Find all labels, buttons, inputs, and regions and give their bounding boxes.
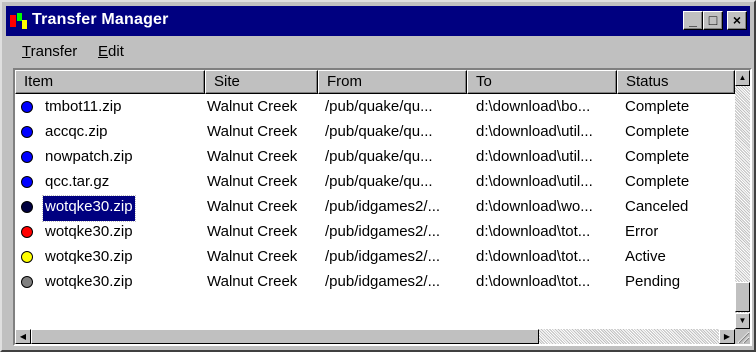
- site-cell: Walnut Creek: [207, 248, 298, 265]
- status-dot-icon: [21, 226, 33, 238]
- to-cell: d:\download\bo...: [476, 98, 591, 115]
- from-cell: /pub/idgames2/...: [325, 248, 441, 265]
- table-row[interactable]: qcc.tar.gz Walnut Creek /pub/quake/qu...…: [15, 169, 735, 194]
- table-row[interactable]: nowpatch.zip Walnut Creek /pub/quake/qu.…: [15, 144, 735, 169]
- status-cell: Complete: [625, 98, 690, 115]
- from-cell: /pub/quake/qu...: [325, 148, 433, 165]
- item-name: wotqke30.zip: [45, 223, 133, 240]
- menu-bar: Transfer Edit: [6, 38, 750, 66]
- transfer-manager-icon: [10, 13, 27, 29]
- horizontal-scrollbar[interactable]: ◀ ▶: [15, 329, 735, 344]
- to-cell: d:\download\util...: [476, 148, 593, 165]
- column-header-to[interactable]: To: [467, 70, 617, 94]
- menu-transfer[interactable]: Transfer: [22, 43, 77, 60]
- table-row[interactable]: wotqke30.zip Walnut Creek /pub/idgames2/…: [15, 194, 735, 222]
- transfer-manager-window: Transfer Manager _ □ × Transfer Edit Ite…: [0, 0, 756, 352]
- status-dot-icon: [21, 201, 33, 213]
- to-cell: d:\download\util...: [476, 123, 593, 140]
- size-grip[interactable]: [735, 329, 750, 344]
- size-grip-icon: [737, 331, 750, 344]
- scroll-down-button[interactable]: ▼: [735, 313, 750, 329]
- item-name: wotqke30.zip: [42, 195, 136, 222]
- from-cell: /pub/quake/qu...: [325, 123, 433, 140]
- horizontal-scroll-thumb[interactable]: [31, 329, 539, 344]
- status-cell: Error: [625, 223, 659, 240]
- status-cell: Canceled: [625, 198, 689, 215]
- site-cell: Walnut Creek: [207, 98, 298, 115]
- minimize-button[interactable]: _: [683, 11, 703, 30]
- table-row[interactable]: tmbot11.zip Walnut Creek /pub/quake/qu..…: [15, 94, 735, 119]
- item-name: qcc.tar.gz: [45, 173, 110, 190]
- status-cell: Pending: [625, 273, 681, 290]
- status-dot-icon: [21, 276, 33, 288]
- scroll-up-button[interactable]: ▲: [735, 70, 750, 86]
- scroll-left-button[interactable]: ◀: [15, 329, 31, 344]
- site-cell: Walnut Creek: [207, 273, 298, 290]
- site-cell: Walnut Creek: [207, 123, 298, 140]
- status-dot-icon: [21, 126, 33, 138]
- status-dot-icon: [21, 176, 33, 188]
- to-cell: d:\download\tot...: [476, 273, 591, 290]
- item-name: wotqke30.zip: [45, 248, 133, 265]
- site-cell: Walnut Creek: [207, 173, 298, 190]
- to-cell: d:\download\tot...: [476, 248, 591, 265]
- column-header-item[interactable]: Item: [15, 70, 205, 94]
- status-dot-icon: [21, 151, 33, 163]
- close-icon: ×: [732, 12, 742, 28]
- site-cell: Walnut Creek: [207, 198, 298, 215]
- status-cell: Active: [625, 248, 666, 265]
- close-button[interactable]: ×: [727, 11, 747, 30]
- scroll-right-button[interactable]: ▶: [719, 329, 735, 344]
- maximize-button[interactable]: □: [703, 11, 723, 30]
- vertical-scroll-thumb[interactable]: [735, 282, 750, 312]
- column-header-site[interactable]: Site: [205, 70, 318, 94]
- status-dot-icon: [21, 251, 33, 263]
- vertical-scrollbar[interactable]: ▲ ▼: [735, 70, 750, 329]
- column-header-status[interactable]: Status: [617, 70, 735, 94]
- item-name: accqc.zip: [45, 123, 108, 140]
- item-name: wotqke30.zip: [45, 273, 133, 290]
- table-row[interactable]: wotqke30.zip Walnut Creek /pub/idgames2/…: [15, 219, 735, 244]
- table-row[interactable]: wotqke30.zip Walnut Creek /pub/idgames2/…: [15, 269, 735, 294]
- arrow-up-icon: ▲: [738, 73, 747, 82]
- item-name: nowpatch.zip: [45, 148, 133, 165]
- site-cell: Walnut Creek: [207, 148, 298, 165]
- arrow-right-icon: ▶: [723, 332, 731, 341]
- menu-edit[interactable]: Edit: [98, 43, 124, 60]
- from-cell: /pub/idgames2/...: [325, 223, 441, 240]
- site-cell: Walnut Creek: [207, 223, 298, 240]
- list-header: Item Site From To Status: [15, 70, 735, 94]
- title-bar[interactable]: Transfer Manager _ □ ×: [6, 6, 750, 36]
- minimize-icon: _: [689, 12, 697, 28]
- from-cell: /pub/quake/qu...: [325, 98, 433, 115]
- arrow-down-icon: ▼: [738, 316, 747, 325]
- table-row[interactable]: wotqke30.zip Walnut Creek /pub/idgames2/…: [15, 244, 735, 269]
- arrow-left-icon: ◀: [19, 332, 27, 341]
- status-cell: Complete: [625, 148, 690, 165]
- item-name: tmbot11.zip: [45, 98, 122, 115]
- to-cell: d:\download\tot...: [476, 223, 591, 240]
- status-cell: Complete: [625, 173, 690, 190]
- from-cell: /pub/quake/qu...: [325, 173, 433, 190]
- status-dot-icon: [21, 101, 33, 113]
- column-header-from[interactable]: From: [318, 70, 467, 94]
- table-row[interactable]: accqc.zip Walnut Creek /pub/quake/qu... …: [15, 119, 735, 144]
- window-title: Transfer Manager: [32, 11, 169, 28]
- maximize-icon: □: [708, 12, 718, 28]
- transfer-list[interactable]: Item Site From To Status tmbot11.zip Wal…: [13, 68, 752, 346]
- to-cell: d:\download\wo...: [476, 198, 593, 215]
- from-cell: /pub/idgames2/...: [325, 198, 441, 215]
- to-cell: d:\download\util...: [476, 173, 593, 190]
- from-cell: /pub/idgames2/...: [325, 273, 441, 290]
- status-cell: Complete: [625, 123, 690, 140]
